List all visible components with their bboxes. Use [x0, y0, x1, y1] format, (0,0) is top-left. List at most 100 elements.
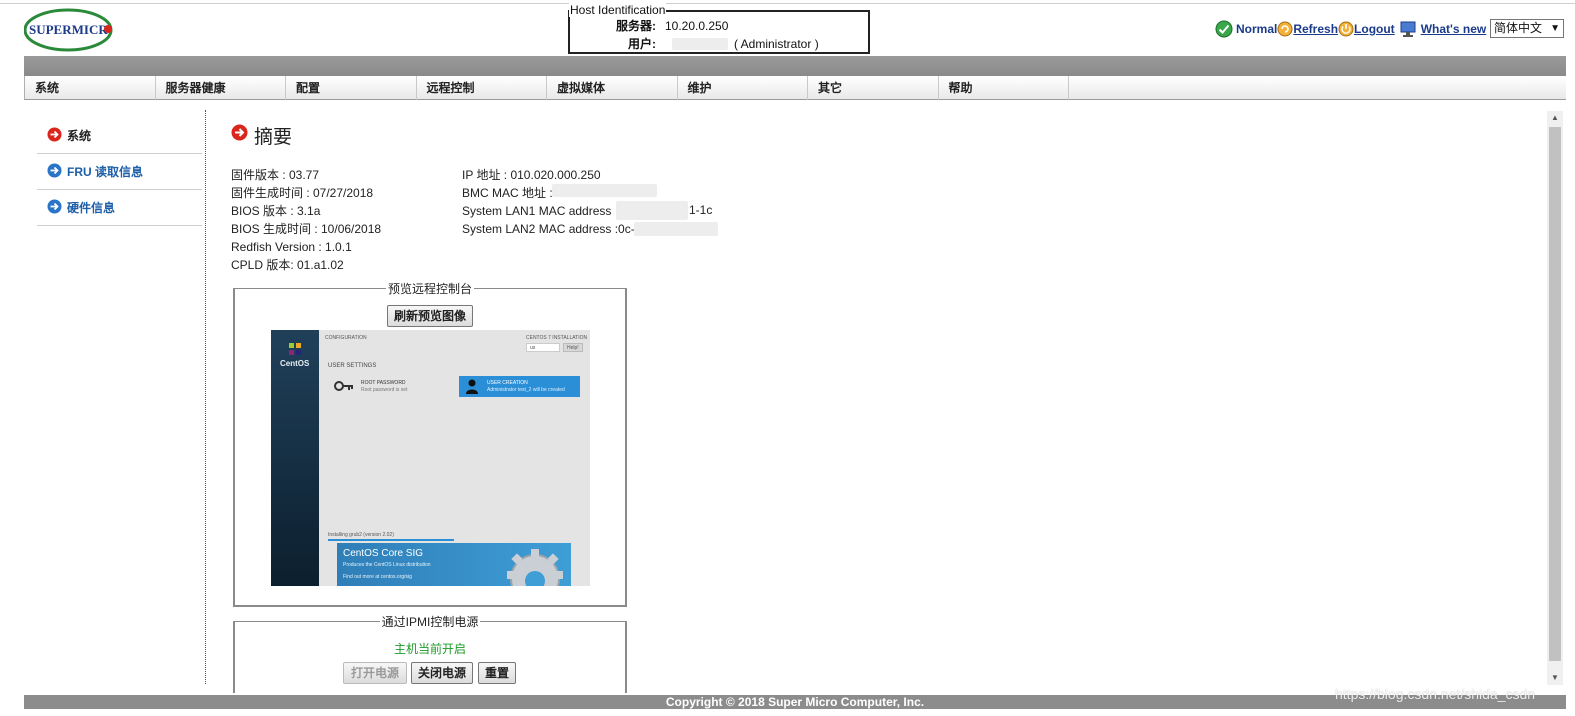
bios-version: BIOS 版本 : 3.1a: [231, 204, 321, 218]
language-select[interactable]: 简体中文 ▼: [1490, 19, 1564, 38]
sidebar-item-label: 系统: [67, 129, 92, 143]
sidebar-item-system[interactable]: 系统: [37, 118, 202, 154]
refresh-icon: [1277, 21, 1293, 37]
status-normal-label: Normal: [1236, 22, 1278, 36]
nav-item-server-health[interactable]: 服务器健康: [156, 76, 286, 100]
redacted-lan2-mac: [634, 222, 718, 236]
supermicro-logo: SUPERMICR: [23, 8, 116, 52]
nav-item-maintenance[interactable]: 维护: [678, 76, 808, 100]
user-icon: [466, 379, 478, 397]
watermark: https://blog.csdn.net/shida_csdn: [1335, 686, 1536, 702]
power-off-button[interactable]: 关闭电源: [411, 662, 473, 684]
status-bar: Normal Refresh Logout What's new: [1215, 20, 1486, 38]
host-identification-legend: Host Identification: [569, 3, 667, 17]
configuration-heading: CONFIGURATION: [325, 335, 367, 341]
install-progress-bar: [328, 539, 454, 541]
centos-name: CentOS: [280, 359, 310, 368]
sidebar-item-label: FRU 读取信息: [67, 165, 143, 179]
firmware-info: 固件版本 : 03.77 固件生成时间 : 07/27/2018 BIOS 版本…: [231, 166, 381, 274]
refresh-label[interactable]: Refresh: [1293, 22, 1338, 36]
root-password-status: Root password is set: [361, 387, 408, 393]
keyboard-lang: us: [530, 345, 536, 351]
vertical-scrollbar[interactable]: ▲ ▼: [1547, 111, 1563, 685]
root-password-label: ROOT PASSWORD: [361, 380, 406, 386]
sidebar-item-hardware[interactable]: 硬件信息: [37, 190, 202, 226]
firmware-version: 固件版本 : 03.77: [231, 168, 320, 182]
sidebar-divider: [205, 110, 206, 684]
arrow-right-red-icon: [47, 127, 67, 145]
server-label: 服务器:: [616, 19, 656, 33]
banner-line-2: Find out more at centos.org/sig: [343, 574, 412, 580]
firmware-build-time: 固件生成时间 : 07/27/2018: [231, 186, 374, 200]
console-preview-image[interactable]: CentOS CONFIGURATION CENTOS 7 INSTALLATI…: [271, 330, 590, 586]
arrow-right-blue-icon: [47, 163, 67, 181]
keyboard-indicator: us: [526, 343, 560, 352]
help-button: Help!: [563, 343, 583, 352]
scroll-up-icon[interactable]: ▲: [1547, 111, 1563, 125]
monitor-icon: [1399, 20, 1419, 38]
user-settings-heading: USER SETTINGS: [328, 363, 377, 369]
cpld-version: CPLD 版本: 01.a1.02: [231, 258, 344, 272]
user-role: ( Administrator ): [734, 37, 819, 51]
nav-item-virtual-media[interactable]: 虚拟媒体: [547, 76, 678, 100]
arrow-right-red-icon: [231, 124, 254, 147]
install-progress-text: Installing grub2 (version 2.02): [328, 532, 394, 538]
install-heading: CENTOS 7 INSTALLATION: [526, 335, 588, 341]
power-icon: [1338, 21, 1354, 37]
ipmi-power-legend: 通过IPMI控制电源: [381, 615, 479, 629]
lan2-mac-address: System LAN2 MAC address :0c-: [462, 222, 635, 236]
logout-label[interactable]: Logout: [1354, 22, 1395, 36]
check-circle-icon: [1215, 20, 1233, 38]
centos-logo-icon: [288, 342, 302, 359]
user-creation-tile: USER CREATION Administrator test_2 will …: [459, 376, 580, 397]
lan1-mac-suffix: 1-1c: [689, 203, 713, 217]
refresh-preview-button[interactable]: 刷新预览图像: [387, 305, 473, 327]
host-power-status: 主机当前开启: [393, 642, 466, 656]
redacted-bmc-mac: [552, 184, 657, 197]
banner-title: CentOS Core SIG: [343, 548, 424, 559]
nav-item-configuration[interactable]: 配置: [286, 76, 417, 100]
top-border: [0, 3, 1575, 4]
page-title-text: 摘要: [254, 127, 293, 148]
language-select-value: 简体中文: [1494, 21, 1543, 35]
help-label: Help!: [567, 345, 579, 351]
chevron-down-icon: ▼: [1550, 23, 1560, 34]
network-info: IP 地址 : 010.020.000.250 BMC MAC 地址 : Sys…: [462, 166, 635, 238]
redacted-username: [672, 38, 728, 50]
main-nav: 系统 服务器健康 配置 远程控制 虚拟媒体 维护 其它 帮助: [24, 76, 1566, 100]
server-value: 10.20.0.250: [665, 19, 729, 33]
lan1-mac-address: System LAN1 MAC address: [462, 204, 612, 218]
centos-sig-banner: CentOS Core SIG Produces the CentOS Linu…: [337, 543, 571, 586]
page-title: 摘要: [231, 122, 292, 149]
nav-header-bar: [24, 56, 1566, 76]
reset-button[interactable]: 重置: [478, 662, 516, 684]
bios-build-time: BIOS 生成时间 : 10/06/2018: [231, 222, 382, 236]
nav-item-remote-control[interactable]: 远程控制: [417, 76, 547, 100]
nav-item-miscellaneous[interactable]: 其它: [808, 76, 939, 100]
whats-new-link[interactable]: What's new: [1399, 20, 1487, 38]
redacted-lan1-mac: [616, 201, 688, 220]
sidebar: 系统 FRU 读取信息 硬件信息: [37, 118, 202, 226]
logout-link[interactable]: Logout: [1338, 21, 1395, 37]
scroll-down-icon[interactable]: ▼: [1547, 671, 1563, 685]
key-icon: [334, 380, 354, 395]
refresh-link[interactable]: Refresh: [1277, 21, 1338, 37]
ip-address: IP 地址 : 010.020.000.250: [462, 168, 601, 182]
nav-item-help[interactable]: 帮助: [939, 76, 1069, 100]
arrow-right-blue-icon: [47, 199, 67, 217]
status-normal: Normal: [1215, 20, 1277, 38]
user-creation-label: USER CREATION: [487, 380, 528, 386]
power-on-button[interactable]: 打开电源: [343, 662, 407, 684]
sidebar-item-fru[interactable]: FRU 读取信息: [37, 154, 202, 190]
nav-item-system[interactable]: 系统: [25, 76, 156, 100]
gear-icon: [497, 543, 569, 586]
centos-sidebar: CentOS: [271, 330, 319, 586]
sidebar-item-label: 硬件信息: [67, 201, 116, 215]
banner-line-1: Produces the CentOS Linux distribution: [343, 562, 431, 568]
user-label: 用户:: [628, 37, 656, 51]
preview-console-legend: 预览远程控制台: [387, 282, 472, 296]
whats-new-label[interactable]: What's new: [1421, 22, 1487, 36]
scroll-thumb[interactable]: [1549, 127, 1561, 661]
redfish-version: Redfish Version : 1.0.1: [231, 240, 352, 254]
user-creation-status: Administrator test_2 will be created: [487, 387, 565, 393]
